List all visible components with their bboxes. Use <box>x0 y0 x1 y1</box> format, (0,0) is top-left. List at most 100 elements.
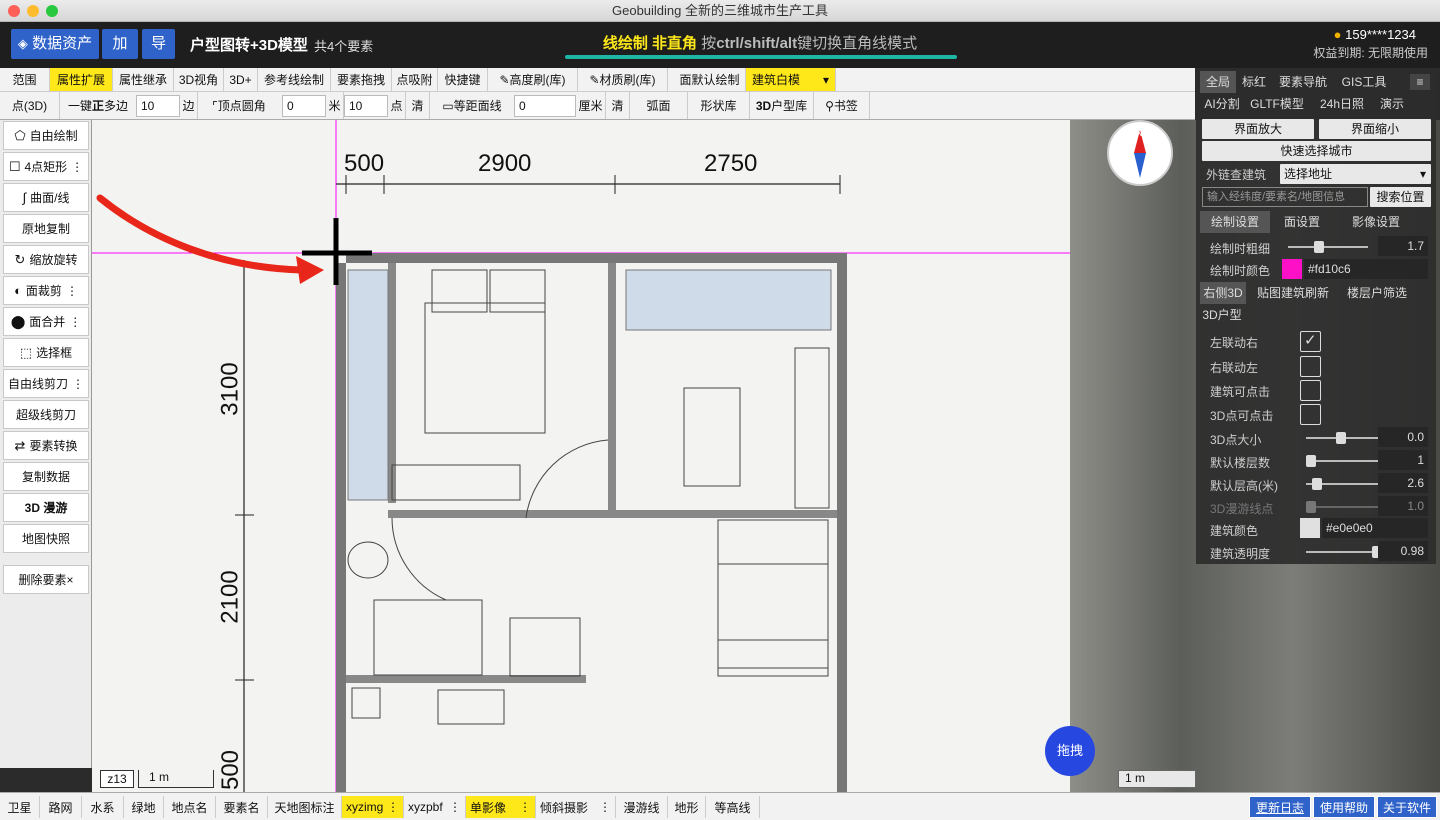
floors-value[interactable]: 1 <box>1378 450 1428 470</box>
curve-line-button[interactable]: ∫ 曲面/线 <box>3 183 89 212</box>
layer-element-names[interactable]: 要素名 <box>216 796 268 818</box>
tab-face-settings[interactable]: 面设置 <box>1270 211 1334 233</box>
tool-shortcuts[interactable]: 快捷键 <box>438 68 488 91</box>
line-color-value[interactable]: #fd10c6 <box>1304 259 1428 279</box>
tool-snap[interactable]: 点吸附 <box>392 68 438 91</box>
tool-3d-view[interactable]: 3D视角 <box>174 68 224 91</box>
tab-ai-segment[interactable]: AI分割 <box>1200 93 1244 115</box>
tab-gltf-model[interactable]: GLTF模型 <box>1244 93 1310 115</box>
slider-knob[interactable] <box>1306 455 1316 467</box>
point-click-checkbox[interactable] <box>1300 404 1321 425</box>
slider-knob[interactable] <box>1314 241 1324 253</box>
tool-attr-inherit[interactable]: 属性继承 <box>113 68 174 91</box>
tab-sunlight[interactable]: 24h日照 <box>1312 93 1372 115</box>
line-width-value[interactable]: 1.7 <box>1378 236 1428 256</box>
tool-vertex-round[interactable]: ⌜ 顶点圆角 <box>198 92 280 119</box>
maximize-window-icon[interactable] <box>46 5 58 17</box>
tab-texture-refresh[interactable]: 贴图建筑刷新 <box>1248 282 1338 304</box>
quick-city-button[interactable]: 快速选择城市 <box>1202 141 1431 161</box>
about-button[interactable]: 关于软件 <box>1377 796 1437 818</box>
floor-height-slider[interactable] <box>1306 478 1380 490</box>
tab-gis-tools[interactable]: GIS工具 <box>1334 71 1394 93</box>
copy-data-button[interactable]: 复制数据 <box>3 462 89 491</box>
tool-extent[interactable]: 范围 <box>0 68 50 91</box>
tool-point-3d[interactable]: 点(3D) <box>0 92 60 119</box>
select-box-button[interactable]: ⬚ 选择框 <box>3 338 89 367</box>
tool-arc[interactable]: 弧面 <box>630 92 688 119</box>
layer-terrain[interactable]: 地形 <box>668 796 706 818</box>
export-button[interactable]: 导 <box>142 29 175 59</box>
layer-tianditu-labels[interactable]: 天地图标注 <box>268 796 342 818</box>
line-color-swatch[interactable] <box>1282 259 1302 279</box>
face-clip-button[interactable]: ◐ 面裁剪 ⋮ <box>3 276 89 305</box>
layer-green[interactable]: 绿地 <box>124 796 164 818</box>
layer-contours[interactable]: 等高线 <box>706 796 760 818</box>
opacity-slider[interactable] <box>1306 546 1382 558</box>
layer-xyzpbf[interactable]: xyzpbf ⋮ <box>404 796 466 818</box>
tab-draw-settings[interactable]: 绘制设置 <box>1200 211 1270 233</box>
tab-3d-house[interactable]: 3D户型 <box>1200 304 1244 326</box>
clear-corner-button[interactable]: 清 <box>406 92 430 119</box>
tool-element-drag[interactable]: 要素拖拽 <box>331 68 392 91</box>
corner-radius-input[interactable]: 0 <box>282 95 326 117</box>
opacity-value[interactable]: 0.98 <box>1378 541 1428 561</box>
tool-face-default[interactable]: 面默认绘制 <box>674 68 746 91</box>
map-snapshot-button[interactable]: 地图快照 <box>3 524 89 553</box>
building-color-swatch[interactable] <box>1300 518 1320 538</box>
roam-slider[interactable] <box>1306 501 1380 513</box>
search-location-button[interactable]: 搜索位置 <box>1370 187 1431 207</box>
layer-single-image[interactable]: 单影像 ⋮ <box>466 796 536 818</box>
building-type-select[interactable]: 建筑白模 ▾ <box>746 68 836 91</box>
tab-right-3d[interactable]: 右侧3D <box>1200 282 1246 304</box>
address-select[interactable]: 选择地址 ▾ <box>1280 164 1431 184</box>
layer-roads[interactable]: 路网 <box>40 796 82 818</box>
help-button[interactable]: 使用帮助 <box>1313 796 1375 818</box>
delete-element-button[interactable]: 删除要素× <box>3 565 89 594</box>
slider-knob[interactable] <box>1306 501 1316 513</box>
four-point-rect-button[interactable]: ☐ 4点矩形 ⋮ <box>3 152 89 181</box>
search-input[interactable]: 输入经纬度/要素名/地图信息 <box>1202 187 1368 207</box>
face-merge-button[interactable]: ⬤ 面合并 ⋮ <box>3 307 89 336</box>
free-draw-button[interactable]: ⬠ 自由绘制 <box>3 121 89 150</box>
building-click-checkbox[interactable] <box>1300 380 1321 401</box>
ui-zoom-out-button[interactable]: 界面缩小 <box>1319 119 1431 139</box>
data-assets-button[interactable]: ◈ 数据资产 <box>11 29 99 59</box>
roam-value[interactable]: 1.0 <box>1378 496 1428 516</box>
close-window-icon[interactable] <box>8 5 20 17</box>
tab-mark-red[interactable]: 标红 <box>1236 71 1272 93</box>
tool-3d-plus[interactable]: 3D+ <box>224 68 258 91</box>
drag-button[interactable]: 拖拽 <box>1045 726 1095 776</box>
link-left-checkbox[interactable] <box>1300 356 1321 377</box>
roam-3d-button[interactable]: 3D 漫游 <box>3 493 89 522</box>
slider-knob[interactable] <box>1312 478 1322 490</box>
scale-rotate-button[interactable]: ↻ 缩放旋转 <box>3 245 89 274</box>
minimize-window-icon[interactable] <box>27 5 39 17</box>
tool-3d-house-library[interactable]: 3D 户型库 <box>750 92 814 119</box>
user-account[interactable]: ● 159****1234 <box>1334 27 1416 42</box>
add-button[interactable]: 加 <box>102 29 138 59</box>
tab-element-nav[interactable]: 要素导航 <box>1272 71 1334 93</box>
corner-points-input[interactable]: 10 <box>344 95 388 117</box>
ui-zoom-in-button[interactable]: 界面放大 <box>1202 119 1314 139</box>
element-convert-button[interactable]: ⇄ 要素转换 <box>3 431 89 460</box>
layer-xyzimg[interactable]: xyzimg ⋮ <box>342 796 404 818</box>
building-color-value[interactable]: #e0e0e0 <box>1322 518 1428 538</box>
slider-knob[interactable] <box>1336 432 1346 444</box>
polygon-sides-input[interactable]: 10 <box>136 95 180 117</box>
point-size-value[interactable]: 0.0 <box>1378 427 1428 447</box>
copy-in-place-button[interactable]: 原地复制 <box>3 214 89 243</box>
equidistant-input[interactable]: 0 <box>514 95 576 117</box>
layer-oblique-photo[interactable]: 倾斜摄影 ⋮ <box>536 796 616 818</box>
floors-slider[interactable] <box>1306 455 1380 467</box>
tab-floor-filter[interactable]: 楼层户筛选 <box>1338 282 1416 304</box>
line-width-slider[interactable] <box>1288 241 1368 253</box>
free-line-cut-button[interactable]: 自由线剪刀 ⋮ <box>3 369 89 398</box>
tool-attr-extend[interactable]: 属性扩展 <box>50 68 113 91</box>
compass-icon[interactable]: N <box>1107 120 1173 186</box>
link-right-checkbox[interactable]: ✓ <box>1300 331 1321 352</box>
point-size-slider[interactable] <box>1306 432 1380 444</box>
layer-water[interactable]: 水系 <box>82 796 124 818</box>
tool-equidistant-line[interactable]: ▭ 等距面线 <box>430 92 514 119</box>
tool-height-brush[interactable]: ✎ 高度刷(库) <box>488 68 578 91</box>
floor-height-value[interactable]: 2.6 <box>1378 473 1428 493</box>
